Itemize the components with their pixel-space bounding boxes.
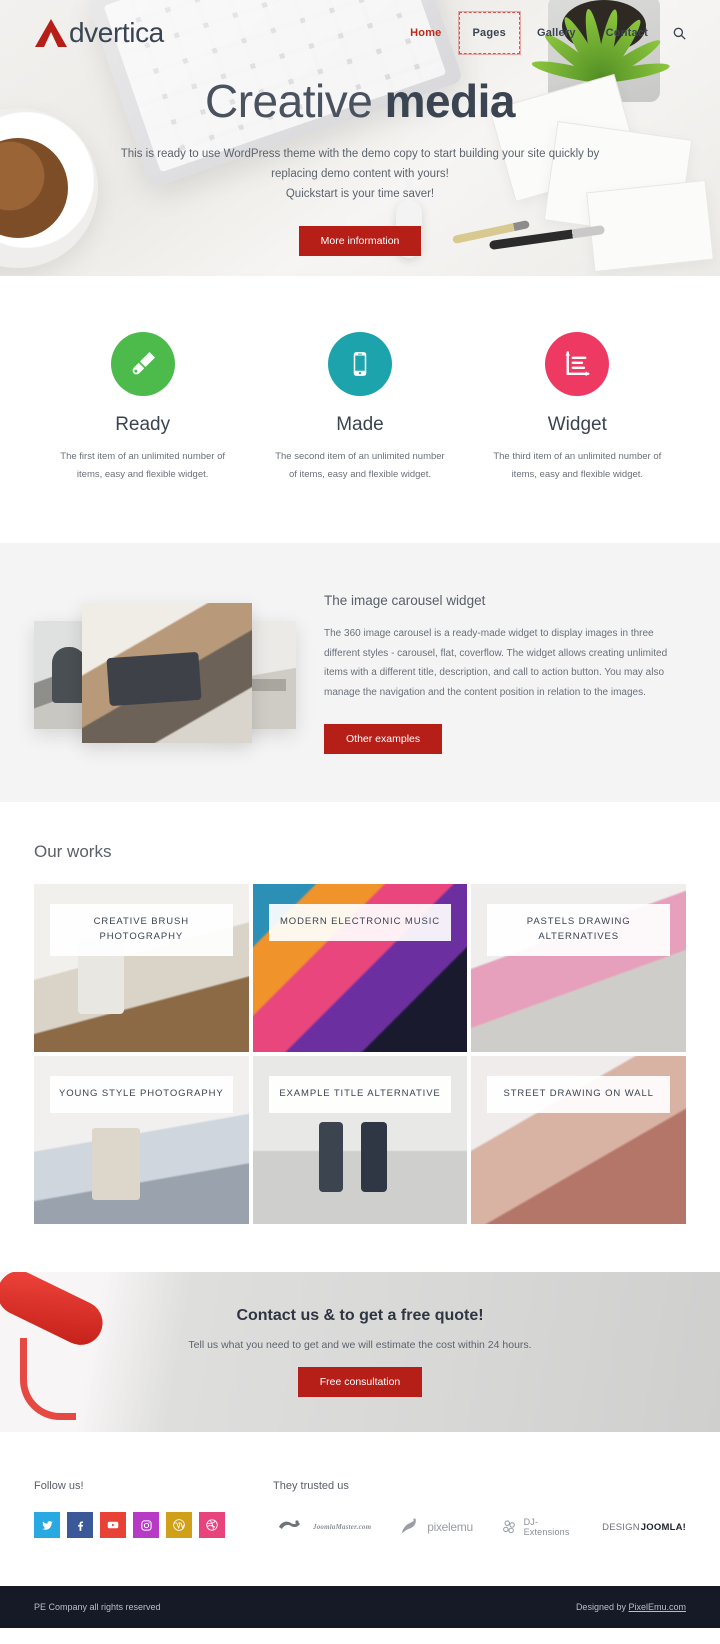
trusted-column: They trusted us JoomlaMaster.com pixelem…	[273, 1480, 686, 1542]
feature-item-widget: Widget The third item of an unlimited nu…	[469, 332, 686, 483]
work-tile[interactable]: YOUNG STYLE PHOTOGRAPHY	[34, 1056, 249, 1225]
feature-title: Made	[336, 414, 384, 435]
brand-name-light: DESIGN	[602, 1521, 640, 1533]
work-tile[interactable]: CREATIVE BRUSH PHOTOGRAPHY	[34, 884, 249, 1053]
site-logo[interactable]: A dvertica	[34, 17, 164, 49]
bottom-bar: PE Company all rights reserved Designed …	[0, 1586, 720, 1629]
our-works-section: Our works CREATIVE BRUSH PHOTOGRAPHY MOD…	[0, 802, 720, 1273]
follow-us-heading: Follow us!	[34, 1480, 84, 1493]
nav-item-contact[interactable]: Contact	[593, 13, 661, 53]
brand-logos: JoomlaMaster.com pixelemu DJ-Extensions	[273, 1512, 686, 1542]
logo-triangle-icon: A	[34, 18, 68, 48]
youtube-icon[interactable]	[100, 1512, 126, 1539]
carousel-heading: The image carousel widget	[324, 593, 486, 609]
dribbble-icon[interactable]	[199, 1512, 225, 1539]
brand-logo-designjoomla[interactable]: DESIGN JOOMLA!	[602, 1522, 686, 1533]
feature-item-made: Made The second item of an unlimited num…	[251, 332, 468, 483]
copyright-text: PE Company all rights reserved	[34, 1602, 161, 1613]
search-icon[interactable]	[673, 27, 686, 40]
hero-title-bold: media	[384, 75, 516, 127]
hero-subtitle-line-2: demo content with yours!	[321, 168, 449, 181]
feature-text: The second item of an unlimited number o…	[275, 451, 445, 480]
work-tile[interactable]: EXAMPLE TITLE ALTERNATIVE	[252, 1056, 468, 1225]
follow-us-column: Follow us!	[34, 1480, 225, 1542]
hero-section: A dvertica Home Pages Gallery Contact Cr…	[0, 0, 720, 276]
carousel-widget-section: The image carousel widget The 360 image …	[0, 543, 720, 803]
hero-subtitle-line-3: Quickstart is your time saver!	[285, 188, 435, 201]
feature-text: The third item of an unlimited number of…	[493, 451, 662, 480]
social-links	[34, 1512, 225, 1539]
contact-cta-section: Contact us & to get a free quote! Tell u…	[0, 1272, 720, 1433]
nav-menu: Home Pages Gallery Contact	[397, 11, 686, 55]
main-navigation: A dvertica Home Pages Gallery Contact	[0, 0, 720, 56]
page-root: A dvertica Home Pages Gallery Contact Cr…	[0, 0, 720, 1629]
work-title: YOUNG STYLE PHOTOGRAPHY	[50, 1076, 233, 1113]
carousel-description: The 360 image carousel is a ready-made w…	[324, 628, 668, 698]
hero-content: Creative media This is ready to use Word…	[0, 56, 720, 257]
free-consultation-button[interactable]: Free consultation	[297, 1367, 423, 1398]
bar-chart-icon	[545, 332, 610, 396]
carousel-images	[34, 599, 296, 744]
work-tile[interactable]: PASTELS DRAWING ALTERNATIVES	[471, 884, 686, 1053]
brand-name: DJ-Extensions	[523, 1517, 570, 1538]
nav-item-pages[interactable]: Pages	[457, 11, 521, 55]
brand-logo-pixelemu[interactable]: pixelemu	[399, 1517, 473, 1537]
facebook-icon[interactable]	[67, 1512, 93, 1539]
work-tile[interactable]: STREET DRAWING ON WALL	[471, 1056, 686, 1225]
work-title: MODERN ELECTRONIC MUSIC	[268, 904, 452, 941]
feature-title: Ready	[115, 414, 171, 435]
more-information-button[interactable]: More information	[298, 226, 422, 257]
cta-heading: Contact us & to get a free quote!	[236, 1307, 484, 1325]
feature-text: The first item of an unlimited number of…	[60, 451, 226, 480]
carousel-image-center[interactable]	[82, 603, 252, 744]
footer-section: Follow us! They trusted us JoomlaMaster.…	[0, 1432, 720, 1587]
works-grid: CREATIVE BRUSH PHOTOGRAPHY MODERN ELECTR…	[34, 884, 686, 1225]
works-heading: Our works	[34, 842, 112, 862]
feature-title: Widget	[547, 414, 607, 435]
carousel-text-block: The image carousel widget The 360 image …	[324, 587, 686, 755]
brand-logo-joomlamaster[interactable]: JoomlaMaster.com	[273, 1517, 371, 1537]
hero-title: Creative media	[0, 74, 720, 128]
trusted-heading: They trusted us	[273, 1480, 349, 1493]
hero-title-light: Creative	[204, 75, 373, 127]
other-examples-button[interactable]: Other examples	[324, 724, 443, 755]
cta-text: Tell us what you need to get and we will…	[188, 1339, 532, 1352]
work-title: CREATIVE BRUSH PHOTOGRAPHY	[50, 904, 233, 956]
work-tile[interactable]: MODERN ELECTRONIC MUSIC	[252, 884, 468, 1053]
features-section: Ready The first item of an unlimited num…	[0, 276, 720, 544]
feature-item-ready: Ready The first item of an unlimited num…	[34, 332, 251, 483]
hero-subtitle: This is ready to use WordPress theme wit…	[105, 144, 615, 204]
brand-name-bold: JOOMLA!	[640, 1521, 686, 1533]
mobile-phone-icon	[327, 332, 392, 396]
work-title: EXAMPLE TITLE ALTERNATIVE	[268, 1076, 452, 1113]
paint-brush-icon	[110, 332, 175, 396]
work-title: STREET DRAWING ON WALL	[487, 1076, 670, 1113]
twitter-icon[interactable]	[34, 1512, 60, 1539]
brand-name: pixelemu	[427, 1520, 473, 1535]
svg-text:A: A	[48, 35, 54, 45]
work-title: PASTELS DRAWING ALTERNATIVES	[487, 904, 670, 956]
nav-item-gallery[interactable]: Gallery	[524, 13, 589, 53]
designed-by: Designed by PixelEmu.com	[576, 1602, 686, 1612]
instagram-icon[interactable]	[133, 1512, 159, 1539]
red-telephone-icon	[0, 1272, 140, 1422]
pixelemu-link[interactable]: PixelEmu.com	[628, 1602, 686, 1612]
brand-logo-dj-extensions[interactable]: DJ-Extensions	[501, 1517, 574, 1537]
brand-name: JoomlaMaster.com	[313, 1523, 372, 1532]
nav-item-home[interactable]: Home	[397, 13, 454, 53]
logo-text: dvertica	[69, 17, 164, 48]
designed-by-prefix: Designed by	[575, 1602, 629, 1613]
wordpress-icon[interactable]	[166, 1512, 192, 1539]
